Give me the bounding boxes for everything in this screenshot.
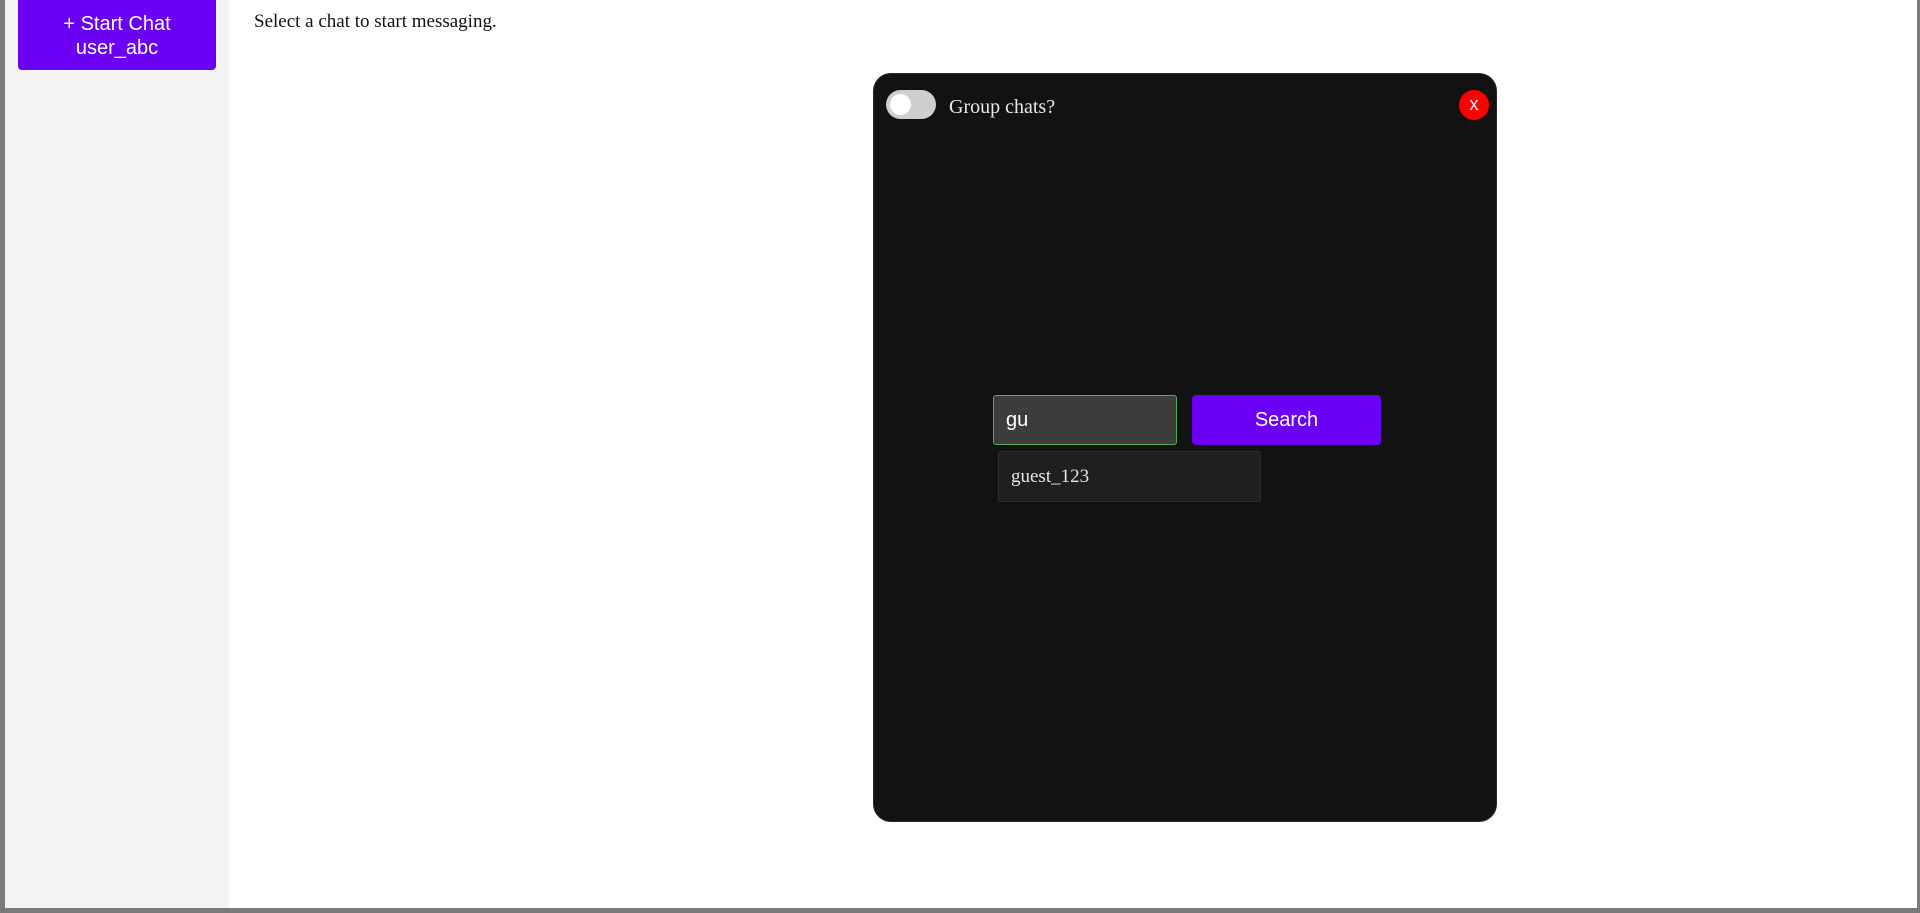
toggle-knob bbox=[890, 94, 911, 115]
empty-chat-message: Select a chat to start messaging. bbox=[254, 11, 497, 32]
group-chats-toggle[interactable] bbox=[886, 90, 936, 119]
start-chat-modal: Group chats? x Search guest_123 bbox=[873, 73, 1497, 822]
start-chat-label: + Start Chat bbox=[63, 13, 171, 35]
search-button[interactable]: Search bbox=[1192, 395, 1381, 445]
sidebar: + Start Chat user_abc bbox=[5, 0, 229, 908]
main-area: Select a chat to start messaging. Group … bbox=[229, 0, 1917, 908]
search-suggestion-item[interactable]: guest_123 bbox=[998, 451, 1261, 502]
close-modal-button[interactable]: x bbox=[1459, 90, 1489, 120]
group-chats-label: Group chats? bbox=[949, 96, 1056, 118]
start-chat-button[interactable]: + Start Chat user_abc bbox=[18, 0, 216, 70]
app-window: + Start Chat user_abc Select a chat to s… bbox=[5, 0, 1917, 908]
current-username: user_abc bbox=[75, 37, 159, 59]
user-search-input[interactable] bbox=[993, 395, 1177, 445]
